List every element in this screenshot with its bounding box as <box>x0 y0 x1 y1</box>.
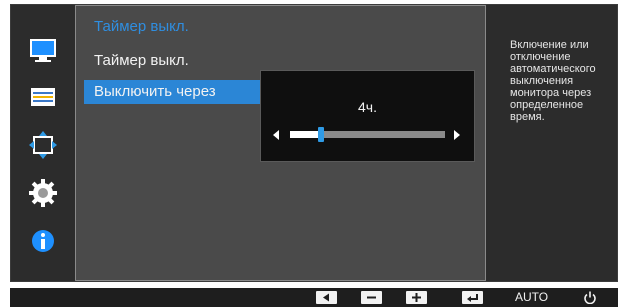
menu-panel: Таймер выкл. Таймер выкл. Выключить чере… <box>75 5 486 281</box>
info-icon[interactable] <box>27 225 59 257</box>
gear-icon[interactable] <box>27 177 59 209</box>
picture-icon[interactable] <box>27 33 59 65</box>
menu-title: Таймер выкл. <box>94 18 189 35</box>
menu-item-off-timer[interactable]: Таймер выкл. <box>84 49 260 73</box>
help-line: выключения <box>510 75 574 87</box>
auto-button[interactable]: AUTO <box>515 291 548 304</box>
minus-button-icon[interactable] <box>361 291 382 304</box>
help-line: время. <box>510 111 545 123</box>
plus-button-icon[interactable] <box>406 291 427 304</box>
help-line: Включение или <box>510 39 589 51</box>
menu-item-turn-off-after[interactable]: Выключить через <box>84 80 260 104</box>
arrow-left-icon[interactable] <box>273 130 279 140</box>
button-guide-bar: AUTO <box>10 288 618 307</box>
timer-slider-fill <box>290 131 321 138</box>
turn-off-after-popup: 4ч. <box>260 70 475 162</box>
enter-button-icon[interactable] <box>462 291 483 304</box>
help-line: определенное <box>510 99 584 111</box>
timer-value: 4ч. <box>358 99 377 115</box>
help-line: монитора через <box>510 87 592 99</box>
category-icon-column <box>11 5 75 281</box>
onscreen-display-icon[interactable] <box>27 81 59 113</box>
power-icon[interactable] <box>583 291 597 304</box>
timer-slider-track[interactable] <box>290 131 445 138</box>
timer-slider-handle[interactable] <box>318 127 324 142</box>
position-icon[interactable] <box>27 129 59 161</box>
help-line: автоматического <box>510 63 596 75</box>
help-text: Включение или отключение автоматического… <box>510 39 610 123</box>
osd-window: Таймер выкл. Таймер выкл. Выключить чере… <box>10 4 618 282</box>
arrow-right-icon[interactable] <box>454 130 460 140</box>
help-line: отключение <box>510 51 571 63</box>
left-button-icon[interactable] <box>316 291 337 304</box>
